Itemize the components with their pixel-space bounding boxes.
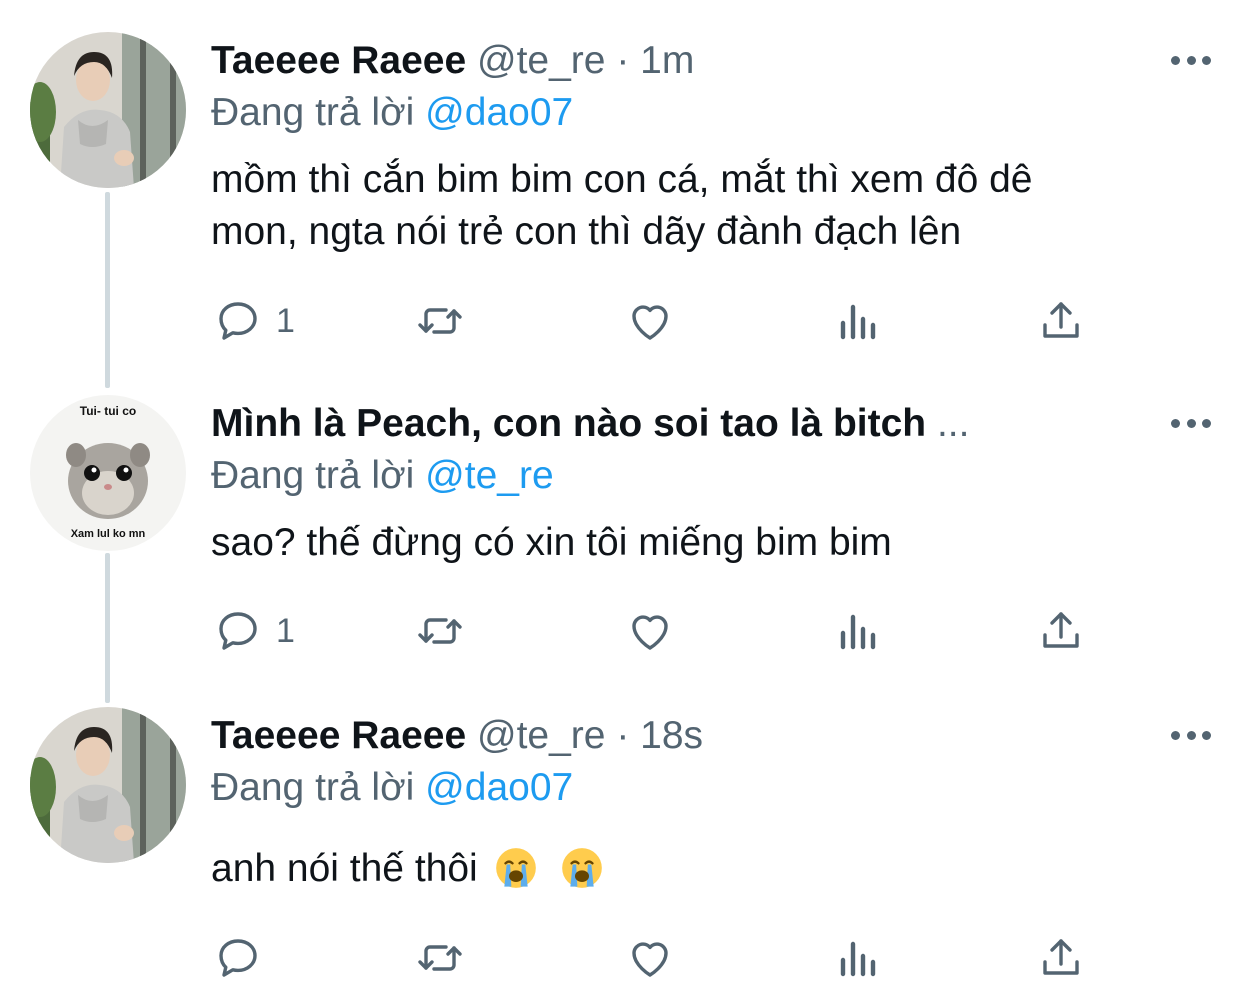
avatar-bottom-text: Xam lul ko mn — [71, 528, 146, 540]
reply-icon — [219, 612, 257, 650]
like-icon — [632, 305, 668, 340]
reply-count: 1 — [276, 611, 295, 650]
tweet-text-line: sao? thế đừng có xin tôi miếng bim bim — [211, 521, 892, 564]
share-icon — [1043, 612, 1079, 648]
tweet-actions: 1 — [0, 296, 1242, 356]
avatar[interactable] — [30, 707, 186, 863]
replying-prefix: Đang trả lời — [211, 454, 415, 497]
avatar-photo — [30, 707, 186, 863]
replying-to: Đang trả lời @dao07 — [211, 88, 573, 138]
mention-link[interactable]: @te_re — [425, 454, 553, 497]
replying-prefix: Đang trả lời — [211, 91, 415, 134]
display-name[interactable]: Taeeee Raeee — [211, 39, 466, 82]
tweet-header: Taeeee Raeee @te_re · 1m — [211, 36, 694, 86]
retweet-button[interactable] — [416, 606, 464, 656]
retweet-icon — [418, 945, 462, 971]
user-handle[interactable]: @te_re — [477, 714, 605, 757]
tweet[interactable]: Tui- tui co Xam lul ko mn Mình là Peach,… — [0, 395, 1242, 685]
display-name[interactable]: Taeeee Raeee — [211, 714, 466, 757]
loudly-crying-face-icon — [562, 848, 603, 888]
retweet-icon — [418, 618, 462, 644]
like-button[interactable] — [626, 606, 674, 656]
share-icon — [1043, 939, 1079, 975]
reply-icon — [219, 302, 257, 340]
name-truncation: ... — [936, 402, 970, 445]
like-button[interactable] — [626, 933, 674, 983]
retweet-icon — [418, 308, 462, 334]
analytics-button[interactable] — [833, 606, 881, 656]
tweet-text: mồm thì cắn bim bim con cá, mắt thì xem … — [211, 154, 1171, 258]
loudly-crying-face-icon — [495, 848, 536, 888]
display-name[interactable]: Mình là Peach, con nào soi tao là bitch — [211, 402, 926, 445]
timestamp[interactable]: 1m — [640, 39, 694, 82]
mention-link[interactable]: @dao07 — [425, 91, 573, 134]
analytics-icon — [840, 941, 876, 977]
tweet-actions — [0, 933, 1242, 993]
tweet-actions: 1 — [0, 606, 1242, 666]
tweet-header: Mình là Peach, con nào soi tao là bitch … — [211, 399, 969, 449]
separator: · — [616, 39, 630, 82]
avatar[interactable]: Tui- tui co Xam lul ko mn — [30, 395, 186, 551]
separator: · — [616, 714, 630, 757]
like-icon — [632, 615, 668, 650]
analytics-button[interactable] — [833, 296, 881, 346]
analytics-button[interactable] — [833, 933, 881, 983]
avatar-photo — [30, 32, 186, 188]
share-button[interactable] — [1037, 296, 1085, 346]
tweet[interactable]: Taeeee Raeee @te_re · 1m Đang trả lời @d… — [0, 32, 1242, 362]
analytics-icon — [840, 304, 876, 340]
share-icon — [1043, 302, 1079, 338]
more-icon[interactable] — [1171, 417, 1211, 429]
more-icon[interactable] — [1171, 729, 1211, 741]
tweet-header: Taeeee Raeee @te_re · 18s — [211, 711, 703, 761]
tweet-text: anh nói thế thôi — [211, 843, 1171, 895]
avatar-hamster-meme: Tui- tui co Xam lul ko mn — [30, 395, 186, 551]
user-handle[interactable]: @te_re — [477, 39, 605, 82]
retweet-button[interactable] — [416, 933, 464, 983]
retweet-button[interactable] — [416, 296, 464, 346]
reply-button[interactable] — [214, 933, 262, 983]
tweet-text: sao? thế đừng có xin tôi miếng bim bim — [211, 517, 1171, 569]
tweet-text-line: anh nói thế thôi — [211, 847, 478, 890]
mention-link[interactable]: @dao07 — [425, 766, 573, 809]
avatar-top-text: Tui- tui co — [80, 404, 136, 418]
reply-icon — [219, 939, 257, 977]
tweet-text-line: mon, ngta nói trẻ con thì dãy đành đạch … — [211, 210, 962, 253]
avatar[interactable] — [30, 32, 186, 188]
timestamp[interactable]: 18s — [640, 714, 703, 757]
reply-count: 1 — [276, 301, 295, 340]
like-button[interactable] — [626, 296, 674, 346]
like-icon — [632, 942, 668, 977]
analytics-icon — [840, 614, 876, 650]
share-button[interactable] — [1037, 933, 1085, 983]
replying-to: Đang trả lời @te_re — [211, 451, 554, 501]
reply-button[interactable]: 1 — [214, 296, 295, 346]
replying-to: Đang trả lời @dao07 — [211, 763, 573, 813]
tweet-text-line: mồm thì cắn bim bim con cá, mắt thì xem … — [211, 158, 1033, 201]
reply-button[interactable]: 1 — [214, 606, 295, 656]
replying-prefix: Đang trả lời — [211, 766, 415, 809]
share-button[interactable] — [1037, 606, 1085, 656]
tweet[interactable]: Taeeee Raeee @te_re · 18s Đang trả lời @… — [0, 707, 1242, 996]
more-icon[interactable] — [1171, 54, 1211, 66]
